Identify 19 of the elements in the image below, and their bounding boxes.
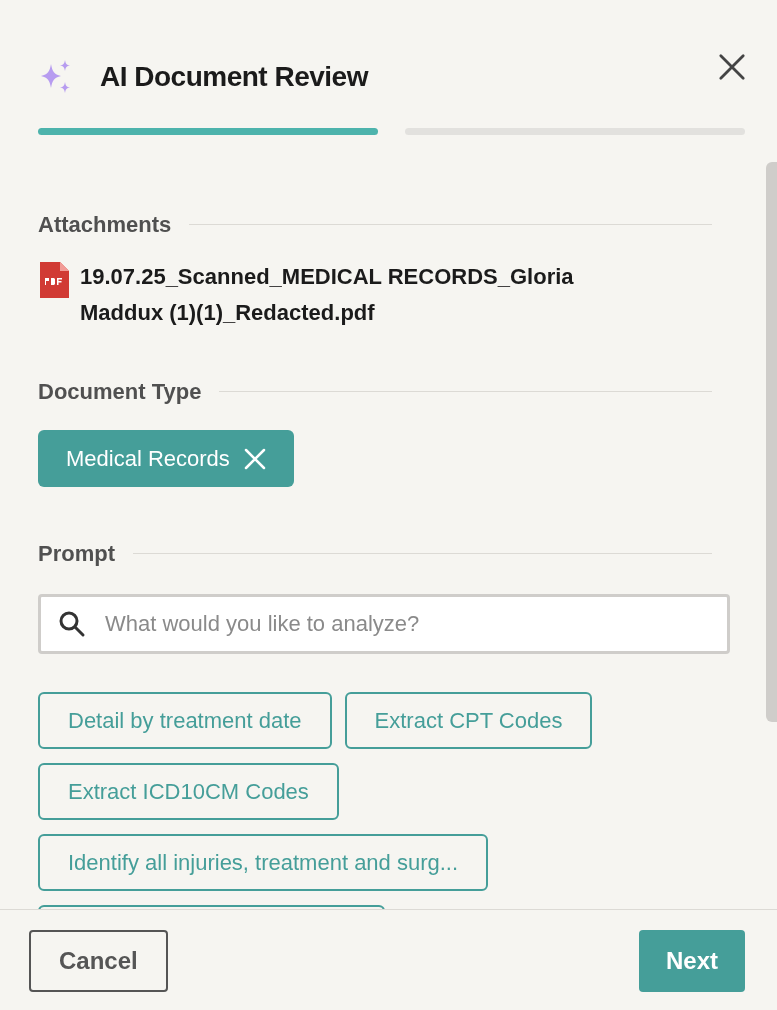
section-heading: Document Type [38,378,202,406]
cancel-button[interactable]: Cancel [29,930,168,992]
suggestion-chip[interactable]: Extract CPT Codes [344,692,593,749]
scrollbar[interactable] [766,162,777,722]
close-icon [718,53,746,81]
close-button[interactable] [717,52,747,82]
suggestion-chip[interactable]: Extract ICD10CM Codes [38,763,339,820]
suggestion-chip[interactable]: Identify all injuries, treatment and surg... [38,834,489,891]
remove-icon[interactable] [243,447,266,470]
dialog-title: AI Document Review [100,60,368,94]
file-name[interactable]: 19.07.25_Scanned_MEDICAL RECORDS_Gloria Maddux (1)(1)_Redacted.pdf [80,259,650,331]
suggestion-chip[interactable]: Detail by treatment date [38,692,332,749]
next-button[interactable]: Next [638,930,745,992]
search-icon [58,610,86,638]
document-type-tag[interactable]: Medical Records [38,430,294,487]
section-heading: Prompt [38,540,115,568]
search-field[interactable]: What would you like to analyze? [38,594,730,654]
section-heading: Attachments [38,211,172,239]
pdf-file-icon [38,262,70,298]
